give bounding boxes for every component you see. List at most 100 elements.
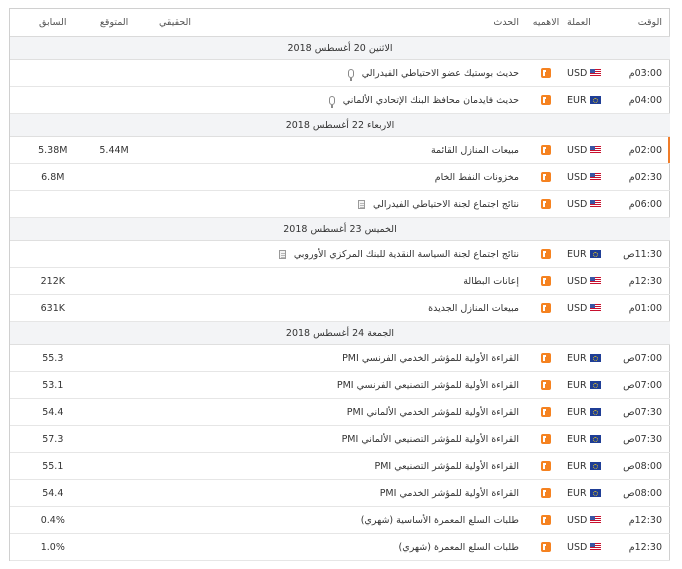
- event-row[interactable]: 06:00م USD نتائج اجتماع لجنة الاحتياطي الف…: [10, 190, 670, 218]
- event-row[interactable]: 07:00ص EUR القراءة الأولية للمؤشر الخدمي ا…: [10, 344, 670, 372]
- event-row[interactable]: 07:00ص EUR القراءة الأولية للمؤشر التصنيعي…: [10, 371, 670, 399]
- event-forecast: [83, 452, 145, 480]
- event-name-cell[interactable]: القراءة الأولية للمؤشر الخدمي PMI: [205, 479, 525, 507]
- event-name-cell[interactable]: مخزونات النفط الخام: [205, 163, 525, 191]
- event-name-cell[interactable]: القراءة الأولية للمؤشر التصنيعي الألماني…: [205, 425, 525, 453]
- day-header-row: الخميس 23 أغسطس 2018: [10, 217, 670, 241]
- event-name-cell[interactable]: طلبات السلع المعمرة (شهري): [205, 533, 525, 561]
- event-forecast: [83, 163, 145, 191]
- event-row[interactable]: 11:30ص EUR نتائج اجتماع لجنة السياسة النقد…: [10, 240, 670, 268]
- event-name-cell[interactable]: نتائج اجتماع لجنة الاحتياطي الفيدرالي: [205, 190, 525, 218]
- event-name[interactable]: مبيعات المنازل الجديدة: [428, 303, 519, 314]
- currency-wrap: USD: [567, 172, 602, 183]
- us-flag-icon: [590, 304, 602, 312]
- event-name[interactable]: إعانات البطالة: [463, 276, 519, 287]
- event-currency-cell: USD: [567, 190, 610, 218]
- event-actual: [144, 294, 206, 322]
- currency-code: EUR: [567, 460, 587, 472]
- event-name-cell[interactable]: حديث بوستيك عضو الاحتياطي الفيدرالي: [205, 59, 525, 87]
- importance-icon: [541, 380, 551, 390]
- event-name[interactable]: طلبات السلع المعمرة (شهري): [399, 542, 519, 553]
- event-row[interactable]: 03:00م USD حديث بوستيك عضو الاحتياطي الفيد…: [10, 59, 670, 87]
- event-name-cell[interactable]: إعانات البطالة: [205, 267, 525, 295]
- event-name-cell[interactable]: القراءة الأولية للمؤشر التصنيعي الفرنسي …: [205, 371, 525, 399]
- event-forecast: [83, 479, 145, 507]
- event-time: 03:00م: [609, 59, 670, 87]
- event-importance: [524, 425, 568, 453]
- event-name[interactable]: القراءة الأولية للمؤشر الخدمي الفرنسي PM…: [342, 353, 519, 364]
- event-name[interactable]: القراءة الأولية للمؤشر التصنيعي الفرنسي …: [337, 380, 519, 391]
- event-name[interactable]: القراءة الأولية للمؤشر التصنيعي PMI: [374, 461, 519, 472]
- eu-flag-icon: [589, 381, 601, 389]
- event-importance: [524, 136, 568, 164]
- event-time: 07:30ص: [609, 398, 670, 426]
- currency-code: USD: [567, 302, 588, 314]
- event-name-cell[interactable]: طلبات السلع المعمرة الأساسية (شهري): [205, 506, 525, 534]
- event-name[interactable]: حديث بوستيك عضو الاحتياطي الفيدرالي: [362, 68, 519, 79]
- event-name[interactable]: طلبات السلع المعمرة الأساسية (شهري): [361, 515, 519, 526]
- currency-wrap: EUR: [567, 249, 601, 260]
- event-name[interactable]: القراءة الأولية للمؤشر الخدمي الألماني P…: [347, 407, 519, 418]
- event-name-cell[interactable]: حديث فايدمان محافظ البنك الإتحادي الألما…: [205, 86, 525, 114]
- event-name[interactable]: القراءة الأولية للمؤشر التصنيعي الألماني…: [342, 434, 519, 445]
- event-name[interactable]: نتائج اجتماع لجنة الاحتياطي الفيدرالي: [373, 199, 519, 210]
- event-actual: [144, 452, 206, 480]
- event-name[interactable]: القراءة الأولية للمؤشر الخدمي PMI: [380, 488, 519, 499]
- event-name[interactable]: مخزونات النفط الخام: [435, 172, 519, 183]
- header-importance: الاهميه: [524, 8, 568, 37]
- importance-icon: [541, 488, 551, 498]
- event-name-cell[interactable]: القراءة الأولية للمؤشر الخدمي الألماني P…: [205, 398, 525, 426]
- importance-icon: [541, 199, 551, 209]
- event-name-cell[interactable]: القراءة الأولية للمؤشر الخدمي الفرنسي PM…: [205, 344, 525, 372]
- currency-wrap: USD: [567, 144, 602, 156]
- event-row[interactable]: 04:00م EUR حديث فايدمان محافظ البنك الإتحا…: [10, 86, 670, 114]
- header-previous: السابق: [10, 8, 84, 37]
- event-previous: 1.0%: [10, 533, 84, 561]
- event-row[interactable]: 02:00م USD مبيعات المنازل القائمة 5.44M 5.38…: [10, 136, 670, 164]
- importance-icon: [541, 407, 551, 417]
- eu-flag-icon: [589, 96, 601, 104]
- event-currency-cell: EUR: [567, 425, 610, 453]
- event-row[interactable]: 07:30ص EUR القراءة الأولية للمؤشر التصنيعي…: [10, 425, 670, 453]
- event-previous: 54.4: [10, 479, 84, 507]
- event-row[interactable]: 02:30م USD مخزونات النفط الخام 6.8M: [10, 163, 670, 191]
- event-row[interactable]: 12:30م USD طلبات السلع المعمرة (شهري) 1.0%: [10, 533, 670, 561]
- header-row: الوقت العملة الاهميه الحدث الحقيقي المتو…: [10, 8, 670, 37]
- event-currency-cell: EUR: [567, 344, 610, 372]
- event-row[interactable]: 08:00ص EUR القراءة الأولية للمؤشر الخدمي P…: [10, 479, 670, 507]
- event-row[interactable]: 12:30م USD إعانات البطالة 212K: [10, 267, 670, 295]
- event-name-cell[interactable]: نتائج اجتماع لجنة السياسة النقدية للبنك …: [205, 240, 525, 268]
- event-row[interactable]: 08:00ص EUR القراءة الأولية للمؤشر التصنيعي…: [10, 452, 670, 480]
- eu-flag-icon: [589, 250, 601, 258]
- event-row[interactable]: 01:00م USD مبيعات المنازل الجديدة 631K: [10, 294, 670, 322]
- currency-wrap: USD: [567, 515, 602, 526]
- importance-icon: [541, 515, 551, 525]
- header-event: الحدث: [205, 8, 525, 37]
- microphone-icon: [328, 95, 335, 108]
- event-time: 08:00ص: [609, 479, 670, 507]
- event-name[interactable]: نتائج اجتماع لجنة السياسة النقدية للبنك …: [294, 249, 519, 260]
- header-time: الوقت: [609, 8, 670, 37]
- eu-flag-icon: [589, 435, 601, 443]
- event-currency-cell: EUR: [567, 479, 610, 507]
- event-row[interactable]: 12:30م USD طلبات السلع المعمرة الأساسية (ش…: [10, 506, 670, 534]
- currency-wrap: USD: [567, 68, 602, 79]
- event-name[interactable]: مبيعات المنازل القائمة: [431, 145, 519, 156]
- us-flag-icon: [590, 146, 602, 154]
- event-row[interactable]: 07:30ص EUR القراءة الأولية للمؤشر الخدمي ا…: [10, 398, 670, 426]
- currency-code: USD: [567, 144, 588, 156]
- event-currency-cell: USD: [567, 294, 610, 322]
- event-importance: [524, 479, 568, 507]
- event-previous: 55.3: [10, 344, 84, 372]
- event-name-cell[interactable]: مبيعات المنازل الجديدة: [205, 294, 525, 322]
- day-label: الجمعة 24 أغسطس 2018: [10, 321, 670, 345]
- event-importance: [524, 398, 568, 426]
- day-label: الاربعاء 22 أغسطس 2018: [10, 113, 670, 137]
- event-time: 08:00ص: [609, 452, 670, 480]
- event-name[interactable]: حديث فايدمان محافظ البنك الإتحادي الألما…: [343, 95, 519, 106]
- importance-icon: [541, 303, 551, 313]
- event-name-cell[interactable]: القراءة الأولية للمؤشر التصنيعي PMI: [205, 452, 525, 480]
- document-icon: [358, 199, 366, 209]
- event-name-cell[interactable]: مبيعات المنازل القائمة: [205, 136, 525, 164]
- currency-code: USD: [567, 198, 588, 210]
